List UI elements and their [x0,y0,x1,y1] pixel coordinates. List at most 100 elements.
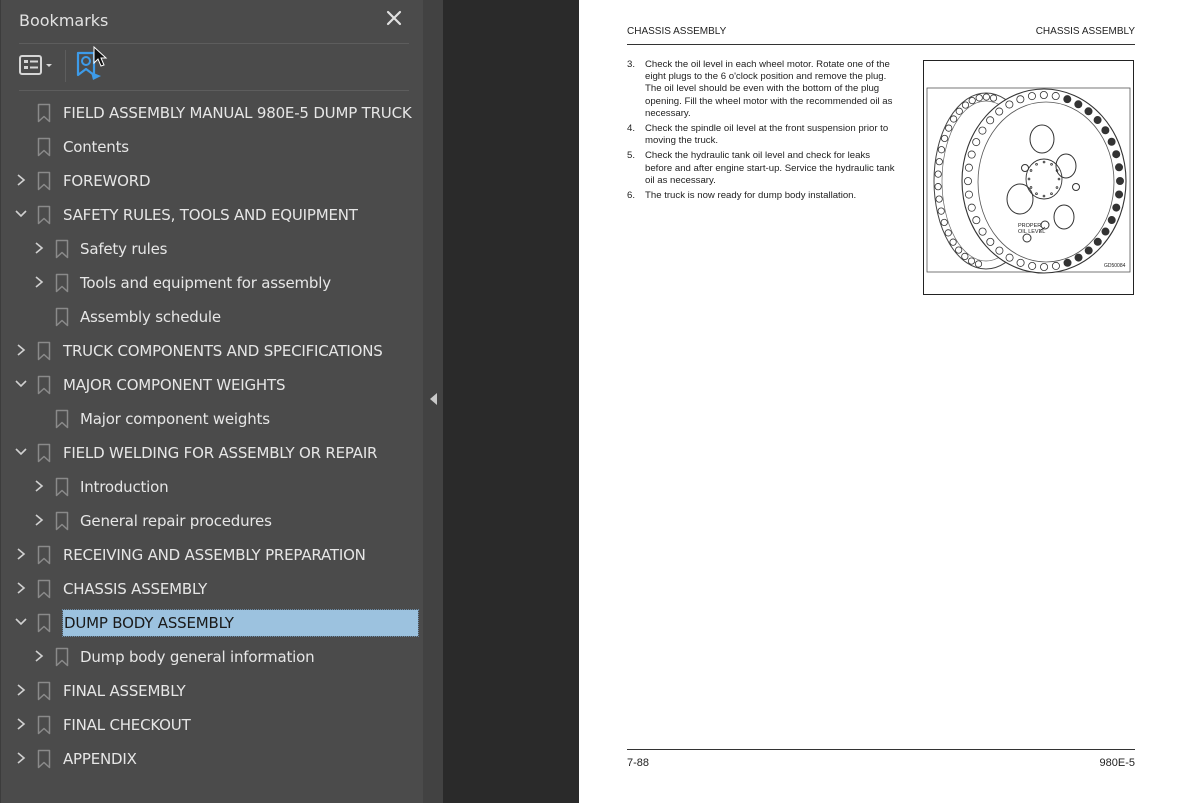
bookmark-icon [37,681,51,701]
bolt-mark [935,158,943,166]
chevron-right-icon[interactable] [15,173,27,187]
bookmark-item[interactable]: Safety rules [1,232,424,266]
bookmark-label: MAJOR COMPONENT WEIGHTS [63,376,286,394]
bookmark-icon [55,239,69,259]
bookmark-label: DUMP BODY ASSEMBLY [62,609,419,637]
bolt-mark [1027,177,1031,181]
chevron-right-icon[interactable] [33,649,45,663]
bolt-mark [964,177,973,186]
bolt-mark [964,190,973,199]
bookmark-label: Contents [63,138,129,156]
wheel-motor-figure: PROPER OIL LEVEL GD50084 [923,60,1134,295]
bookmark-item[interactable]: MAJOR COMPONENT WEIGHTS [1,368,424,402]
bookmark-label: FOREWORD [63,172,151,190]
bolt-mark [1005,253,1014,262]
chevron-right-icon[interactable] [33,241,45,255]
bookmark-item[interactable]: DUMP BODY ASSEMBLY [1,606,424,640]
bolt-mark [968,96,976,105]
bookmark-item[interactable]: Introduction [1,470,424,504]
bookmark-item[interactable]: Dump body general information [1,640,424,674]
step-number: 5. [627,150,636,162]
step-list: 3. Check the oil level in each wheel moto… [627,59,897,205]
bookmarks-toolbar [19,44,409,91]
bookmark-item[interactable]: Tools and equipment for assembly [1,266,424,300]
bookmark-item[interactable]: Contents [1,130,424,164]
bolt-mark [1074,100,1083,109]
header-left: CHASSIS ASSEMBLY [627,26,727,37]
bolt-mark [1063,258,1072,267]
bookmark-item[interactable]: TRUCK COMPONENTS AND SPECIFICATIONS [1,334,424,368]
bookmark-item[interactable]: APPENDIX [1,742,424,776]
bookmark-item[interactable]: CHASSIS ASSEMBLY [1,572,424,606]
chevron-right-icon[interactable] [15,581,27,595]
page-header: CHASSIS ASSEMBLY CHASSIS ASSEMBLY [627,26,1135,45]
bookmark-icon [55,409,69,429]
bookmark-item[interactable]: Major component weights [1,402,424,436]
bookmark-item[interactable]: FIELD WELDING FOR ASSEMBLY OR REPAIR [1,436,424,470]
bolt-mark [1035,162,1038,166]
bookmark-tree: FIELD ASSEMBLY MANUAL 980E-5 DUMP TRUCK C… [1,96,424,776]
chevron-down-icon[interactable] [15,207,27,221]
chevron-right-icon[interactable] [15,343,27,357]
bookmark-item[interactable]: FINAL ASSEMBLY [1,674,424,708]
bolt-mark [978,126,987,135]
bolt-mark [1050,192,1053,196]
bookmark-icon [37,443,51,463]
bolt-mark [1115,190,1124,199]
bookmark-label: Tools and equipment for assembly [80,274,331,292]
chevron-right-icon[interactable] [33,275,45,289]
chevron-right-icon[interactable] [15,751,27,765]
bolt-mark [995,107,1004,116]
bolt-mark [1107,216,1116,225]
chevron-down-icon[interactable] [15,445,27,459]
chevron-down-icon[interactable] [15,377,27,391]
collapse-left-icon[interactable] [430,393,437,405]
bookmark-item[interactable]: SAFETY RULES, TOOLS AND EQUIPMENT [1,198,424,232]
bolt-mark [1051,92,1060,101]
bookmark-item[interactable]: General repair procedures [1,504,424,538]
bolt-mark [1016,258,1025,267]
bookmark-icon [37,375,51,395]
bookmark-icon [55,647,69,667]
bookmark-label: RECEIVING AND ASSEMBLY PREPARATION [63,546,366,564]
bolt-mark [944,229,952,237]
chevron-right-icon[interactable] [15,717,27,731]
bookmark-icon [37,545,51,565]
bolt-mark [934,170,942,178]
bookmark-item[interactable]: FIELD ASSEMBLY MANUAL 980E-5 DUMP TRUCK [1,96,424,130]
bolt-mark [1028,261,1037,270]
bookmark-label: CHASSIS ASSEMBLY [63,580,208,598]
wheel-motor-illustration: PROPER OIL LEVEL GD50084 [926,87,1131,274]
chevron-right-icon[interactable] [15,547,27,561]
bookmark-item[interactable]: RECEIVING AND ASSEMBLY PREPARATION [1,538,424,572]
step-item: 3. Check the oil level in each wheel moto… [627,59,897,120]
bolt-mark [1057,177,1061,181]
bookmark-icon [37,613,51,633]
chevron-right-icon[interactable] [33,479,45,493]
bolt-mark [986,116,995,125]
close-icon[interactable] [383,7,405,29]
bookmark-item[interactable]: Assembly schedule [1,300,424,334]
bookmark-item[interactable]: FOREWORD [1,164,424,198]
bolt-mark [1029,169,1033,172]
panel-collapse-strip[interactable] [423,0,443,803]
bolt-mark [1042,194,1046,198]
bolt-mark [975,94,983,102]
bookmark-label: TRUCK COMPONENTS AND SPECIFICATIONS [63,342,383,360]
bolt-mark [935,195,943,203]
bolt-mark [934,183,942,191]
chevron-down-icon[interactable] [15,615,27,629]
bolt-mark [1040,262,1049,271]
bolt-mark [967,150,976,159]
chevron-right-icon[interactable] [15,683,27,697]
bolt-mark [1084,107,1093,116]
bolt-mark [1029,186,1033,189]
bolt-mark [967,203,976,212]
find-current-bookmark-icon[interactable] [75,50,105,82]
bookmark-item[interactable]: FINAL CHECKOUT [1,708,424,742]
document-page: CHASSIS ASSEMBLY CHASSIS ASSEMBLY 3. Chec… [579,0,1200,803]
list-options-icon[interactable] [19,54,59,78]
bookmark-icon [37,341,51,361]
chevron-right-icon[interactable] [33,513,45,527]
bookmark-label: Introduction [80,478,169,496]
